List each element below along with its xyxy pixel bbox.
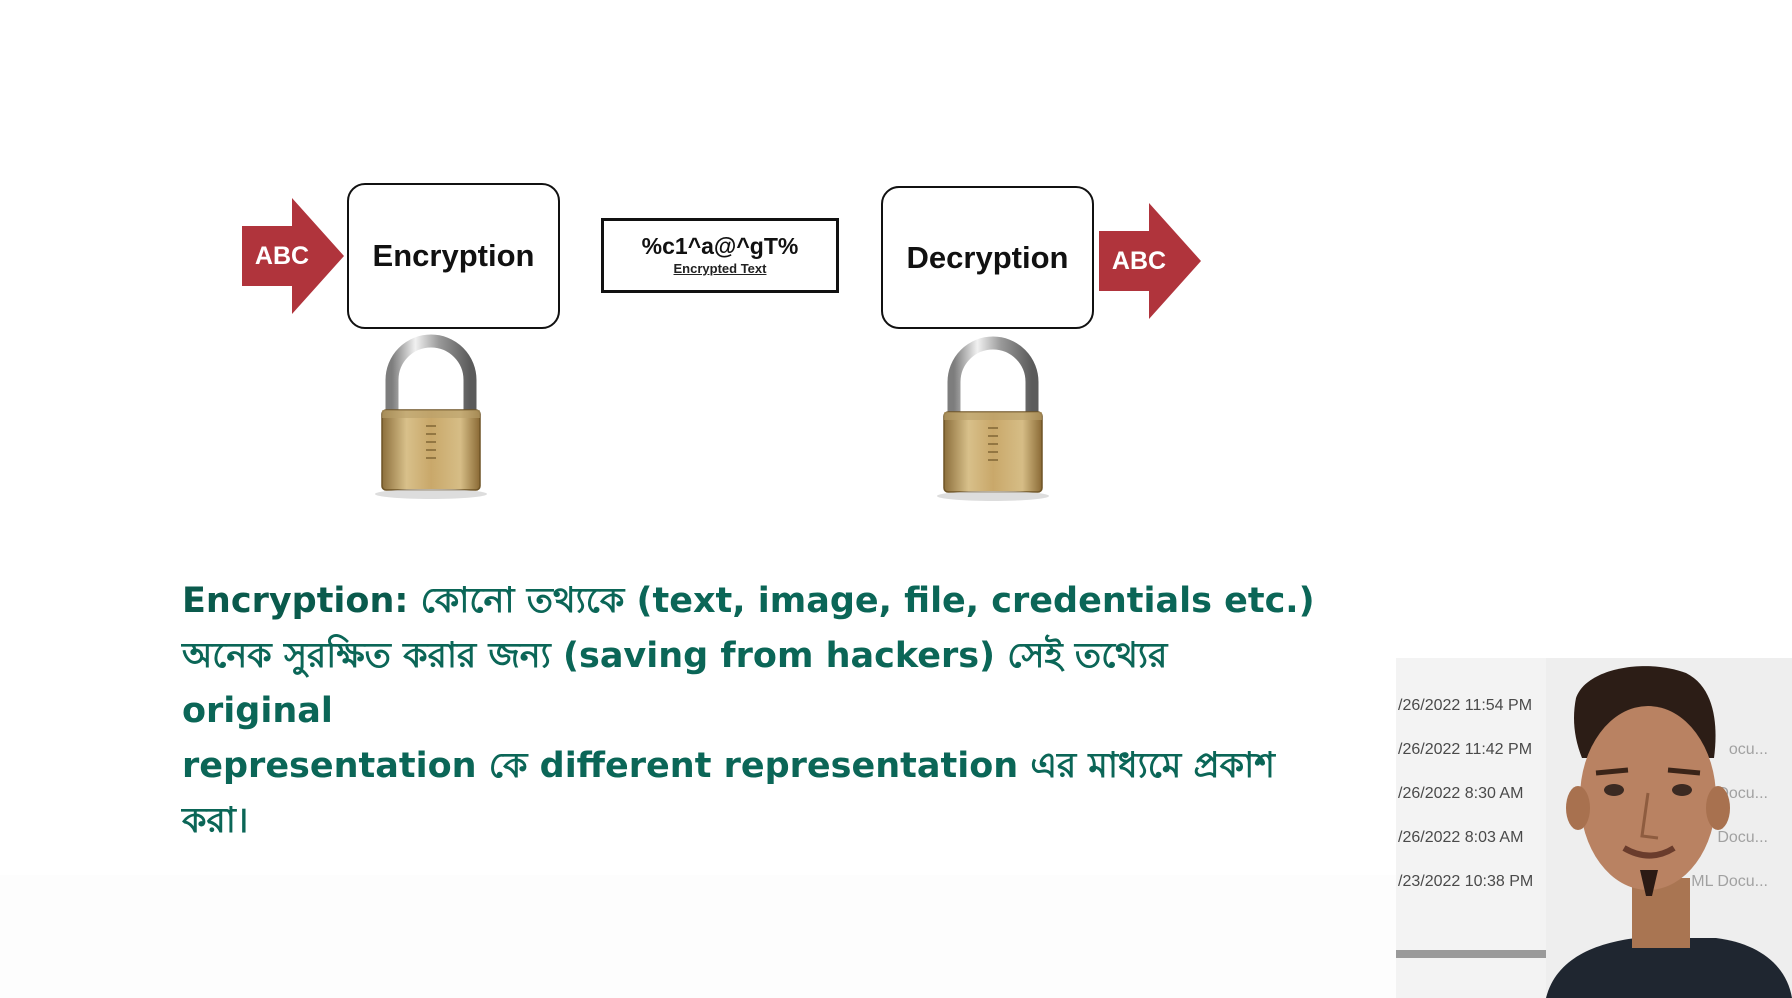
decryption-box: Decryption: [881, 186, 1094, 329]
definition-line-3: representation কে different representati…: [182, 746, 1275, 841]
definition-line-1-text: কোনো তথ্যকে (text, image, file, credenti…: [408, 581, 1315, 621]
encryption-box: Encryption: [347, 183, 560, 329]
encryption-definition: Encryption: কোনো তথ্যকে (text, image, fi…: [182, 574, 1322, 849]
decryption-label: Decryption: [906, 239, 1069, 275]
encryption-label: Encryption: [372, 238, 535, 273]
padlock-icon: [937, 336, 1049, 501]
output-arrow: ABC: [1099, 203, 1201, 319]
input-arrow: ABC: [242, 198, 344, 314]
definition-line-2: অনেক সুরক্ষিত করার জন্য (saving from hac…: [182, 636, 1168, 731]
output-label: ABC: [1111, 246, 1167, 275]
definition-line-1: Encryption: কোনো তথ্যকে (text, image, fi…: [182, 574, 1322, 629]
input-label: ABC: [254, 241, 310, 270]
cipher-text: %c1^a@^gT%: [641, 233, 799, 259]
presenter-video: [1546, 658, 1792, 998]
encrypted-text-box: %c1^a@^gT% Encrypted Text: [601, 218, 839, 293]
padlock-icon: [375, 334, 487, 499]
webcam-overlay: /26/2022 11:54 PM /26/2022 11:42 PM ocu.…: [1396, 658, 1792, 998]
slide-lower-band: [0, 875, 1400, 998]
definition-term: Encryption:: [182, 581, 409, 621]
cipher-caption: Encrypted Text: [673, 261, 767, 276]
